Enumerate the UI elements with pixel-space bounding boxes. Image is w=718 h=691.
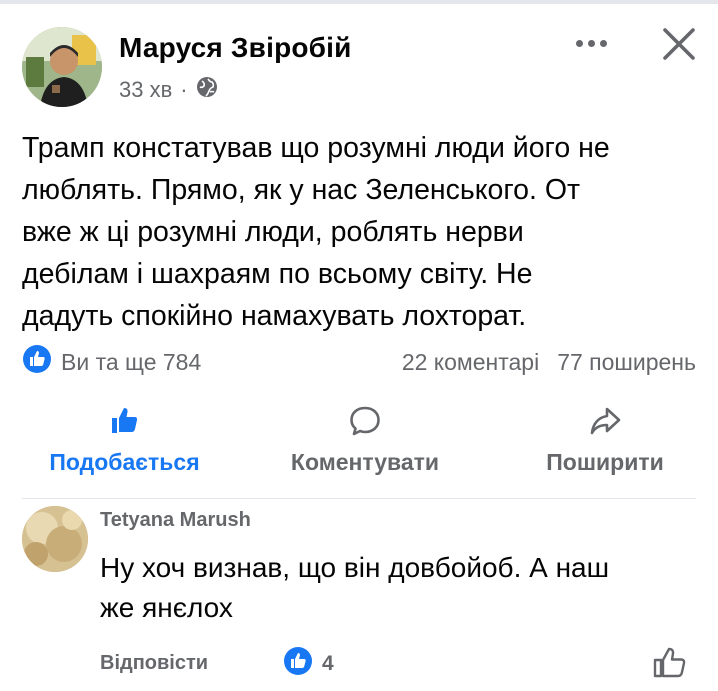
post-author-name[interactable]: Маруся Звіробій bbox=[119, 32, 352, 64]
comment-button[interactable]: Коментувати bbox=[282, 404, 448, 476]
meta-separator: · bbox=[180, 77, 188, 102]
author-avatar[interactable] bbox=[22, 27, 102, 107]
like-label: Подобається bbox=[49, 449, 200, 475]
share-arrow-icon bbox=[588, 404, 622, 443]
close-icon[interactable] bbox=[659, 24, 699, 64]
post-stats: 22 коментарі 77 поширень bbox=[402, 347, 696, 377]
post-time[interactable]: 33 хв bbox=[119, 77, 172, 103]
comments-divider bbox=[22, 498, 696, 499]
globe-icon bbox=[196, 76, 218, 104]
comment-reactions[interactable]: 4 bbox=[283, 646, 334, 682]
comment-like-reaction-icon bbox=[283, 646, 313, 682]
shares-count[interactable]: 77 поширень bbox=[557, 349, 696, 376]
top-divider bbox=[0, 0, 718, 4]
share-button[interactable]: Поширити bbox=[540, 404, 670, 476]
comment-bubble-icon bbox=[348, 404, 382, 443]
comment-label: Коментувати bbox=[290, 449, 440, 475]
like-reaction-icon bbox=[22, 344, 52, 380]
post-text: Трамп констатував що розумні люди його н… bbox=[22, 132, 610, 332]
comment-author-name[interactable]: Tetyana Marush bbox=[100, 509, 251, 532]
like-button[interactable]: Подобається bbox=[42, 404, 207, 476]
thumbs-up-icon bbox=[108, 404, 142, 443]
share-label: Поширити bbox=[546, 449, 664, 475]
comment-like-icon[interactable] bbox=[650, 645, 690, 681]
post-meta: 33 хв · bbox=[119, 76, 218, 104]
reactions-count: Ви та ще 784 bbox=[61, 348, 202, 375]
commenter-avatar[interactable] bbox=[22, 506, 88, 572]
comment-text: Ну хоч визнав, що він довбойоб. А наш же… bbox=[100, 552, 610, 623]
reactions-summary[interactable]: Ви та ще 784 bbox=[22, 344, 202, 380]
comments-count[interactable]: 22 коментарі bbox=[402, 349, 539, 376]
reply-button[interactable]: Відповісти bbox=[100, 652, 208, 675]
comment-likes-count: 4 bbox=[322, 652, 334, 675]
more-options-icon[interactable] bbox=[569, 30, 613, 56]
